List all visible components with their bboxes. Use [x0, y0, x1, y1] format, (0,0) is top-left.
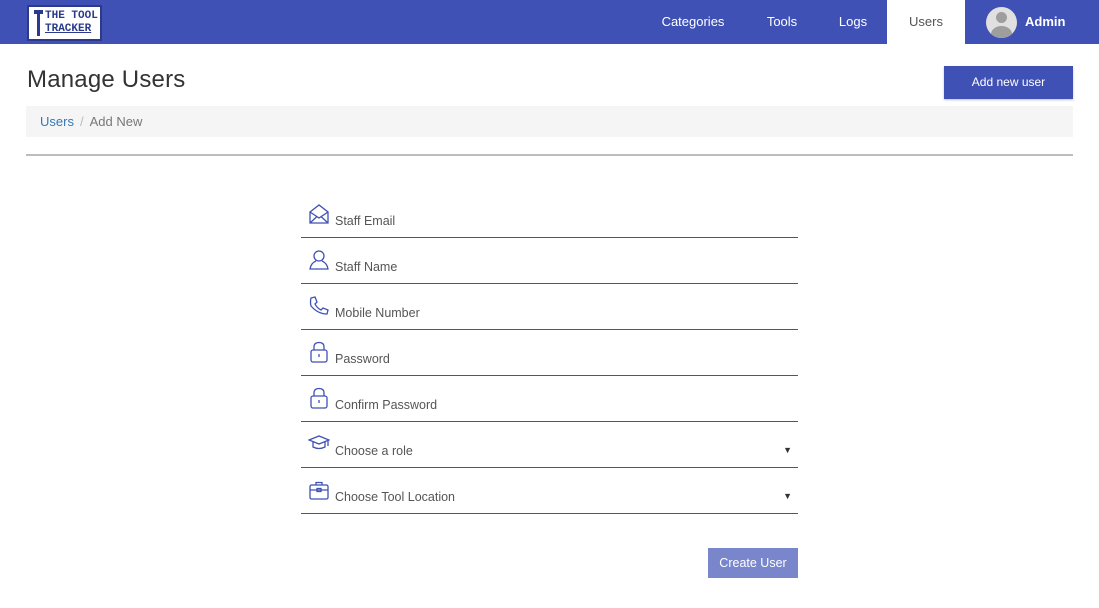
- logo-line-1: THE TOOL: [45, 10, 98, 22]
- graduation-cap-icon: [308, 433, 330, 455]
- staff-name-field[interactable]: Staff Name: [301, 246, 798, 284]
- mobile-number-field[interactable]: Mobile Number: [301, 292, 798, 330]
- nav-users[interactable]: Users: [887, 0, 965, 44]
- user-icon: [308, 249, 330, 271]
- nav-logs[interactable]: Logs: [828, 0, 878, 44]
- nav-admin-menu[interactable]: Admin: [965, 0, 1099, 44]
- role-select[interactable]: Choose a role ▼: [301, 430, 798, 468]
- breadcrumb-separator: /: [79, 114, 84, 129]
- top-navbar: THE TOOL TRACKER Categories Tools Logs U…: [0, 0, 1099, 44]
- breadcrumb: Users / Add New: [26, 106, 1073, 137]
- jackhammer-icon: [34, 10, 43, 36]
- nav-tools[interactable]: Tools: [754, 0, 810, 44]
- logo-line-2: TRACKER: [45, 23, 92, 35]
- breadcrumb-users-link[interactable]: Users: [40, 114, 74, 129]
- avatar: [986, 7, 1017, 38]
- staff-email-placeholder: Staff Email: [335, 214, 396, 228]
- confirm-password-placeholder: Confirm Password: [335, 398, 438, 412]
- page-title: Manage Users: [27, 66, 186, 93]
- chevron-down-icon: ▼: [783, 445, 792, 455]
- staff-name-placeholder: Staff Name: [335, 260, 398, 274]
- staff-email-field[interactable]: Staff Email: [301, 200, 798, 238]
- nav-categories[interactable]: Categories: [650, 0, 736, 44]
- confirm-password-field[interactable]: Confirm Password: [301, 384, 798, 422]
- tool-location-select[interactable]: Choose Tool Location ▼: [301, 476, 798, 514]
- phone-icon: [308, 295, 330, 317]
- envelope-icon: [308, 203, 330, 225]
- add-new-user-button[interactable]: Add new user: [944, 66, 1073, 99]
- chevron-down-icon: ▼: [783, 491, 792, 501]
- admin-label: Admin: [1025, 14, 1066, 29]
- password-field[interactable]: Password: [301, 338, 798, 376]
- lock-icon: [308, 387, 330, 409]
- mobile-number-placeholder: Mobile Number: [335, 306, 420, 320]
- app-logo[interactable]: THE TOOL TRACKER: [27, 5, 102, 41]
- lock-icon: [308, 341, 330, 363]
- divider: [26, 154, 1073, 156]
- tool-location-select-placeholder: Choose Tool Location: [335, 490, 455, 504]
- role-select-placeholder: Choose a role: [335, 444, 413, 458]
- create-user-button[interactable]: Create User: [708, 548, 798, 578]
- breadcrumb-current: Add New: [89, 114, 143, 129]
- password-placeholder: Password: [335, 352, 390, 366]
- briefcase-icon: [308, 479, 330, 501]
